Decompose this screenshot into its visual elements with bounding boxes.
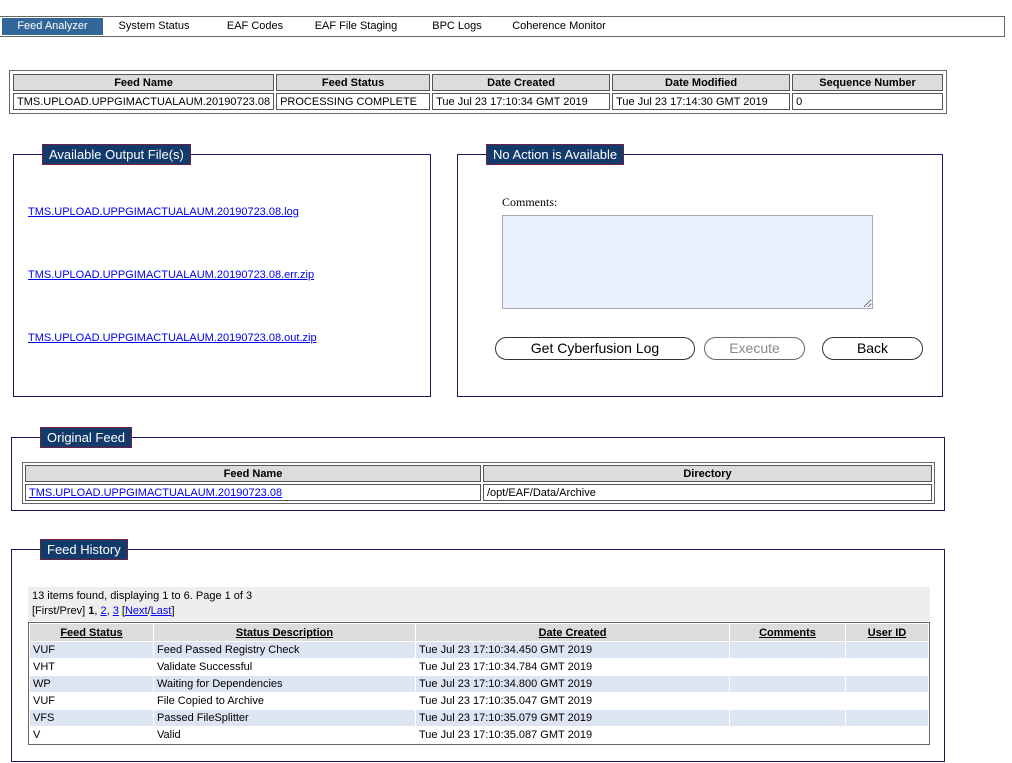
feed-status-cell: VFS [30, 710, 153, 726]
tab-feed-analyzer[interactable]: Feed Analyzer [2, 18, 103, 35]
feed-status-value: PROCESSING COMPLETE [276, 93, 431, 110]
header-directory: Directory [483, 465, 932, 482]
tab-system-status[interactable]: System Status [103, 18, 205, 35]
date-created-cell: Tue Jul 23 17:10:34.784 GMT 2019 [416, 659, 729, 675]
page-2-link[interactable]: 2 [100, 605, 106, 617]
date-created-value: Tue Jul 23 17:10:34 GMT 2019 [432, 93, 611, 110]
next-link[interactable]: Next [125, 605, 148, 617]
feed-history-title: Feed History [40, 539, 128, 560]
actions-title: No Action is Available [486, 144, 625, 165]
original-feed-table-wrap: Feed Name Directory TMS.UPLOAD.UPPGIMACT… [22, 462, 935, 504]
status-description-cell: Passed FileSplitter [154, 710, 415, 726]
status-description-cell: File Copied to Archive [154, 693, 415, 709]
history-row: VFS Passed FileSplitter Tue Jul 23 17:10:3… [30, 710, 928, 726]
feed-summary: Feed Name Feed Status Date Created Date … [9, 70, 947, 114]
status-description-cell: Valid [154, 727, 415, 743]
execute-button: Execute [704, 337, 805, 360]
feed-status-cell: VHT [30, 659, 153, 675]
top-nav: Feed Analyzer System Status EAF Codes EA… [0, 16, 1005, 37]
user-id-cell [846, 693, 928, 709]
date-created-cell: Tue Jul 23 17:10:34.450 GMT 2019 [416, 642, 729, 658]
original-feed-name-cell: TMS.UPLOAD.UPPGIMACTUALAUM.20190723.08 [25, 484, 481, 501]
original-feed-link[interactable]: TMS.UPLOAD.UPPGIMACTUALAUM.20190723.08 [29, 487, 282, 499]
items-found-text: 13 items found, displaying 1 to 6. Page … [32, 590, 253, 602]
history-table: Feed Status Status Description Date Crea… [29, 623, 929, 744]
comments-cell [730, 710, 845, 726]
history-row: V Valid Tue Jul 23 17:10:35.087 GMT 2019 [30, 727, 928, 743]
user-id-cell [846, 710, 928, 726]
comments-label: Comments: [502, 195, 558, 209]
header-date-modified: Date Modified [612, 74, 791, 91]
history-row: VHT Validate Successful Tue Jul 23 17:10:3… [30, 659, 928, 675]
history-table-wrap: Feed Status Status Description Date Crea… [28, 622, 930, 745]
actions-panel: No Action is Available Comments: Get Cyb… [457, 144, 943, 397]
date-created-cell: Tue Jul 23 17:10:35.087 GMT 2019 [416, 727, 729, 743]
comments-cell [730, 659, 845, 675]
user-id-cell [846, 659, 928, 675]
sort-user-id[interactable]: User ID [846, 624, 928, 641]
feed-summary-table: Feed Name Feed Status Date Created Date … [11, 72, 945, 112]
directory-value: /opt/EAF/Data/Archive [483, 484, 932, 501]
sequence-number-value: 0 [792, 93, 943, 110]
sort-status-description[interactable]: Status Description [154, 624, 415, 641]
tab-eaf-codes[interactable]: EAF Codes [205, 18, 305, 35]
current-page: 1 [88, 605, 95, 617]
user-id-cell [846, 676, 928, 692]
pager-links: [First/Prev] 1, 2, 3 [Next/Last] [32, 605, 175, 617]
user-id-cell [846, 727, 928, 743]
tab-bpc-logs[interactable]: BPC Logs [407, 18, 507, 35]
header-sequence-number: Sequence Number [792, 74, 943, 91]
output-files-panel: Available Output File(s) TMS.UPLOAD.UPPG… [13, 144, 431, 397]
output-file-link-err[interactable]: TMS.UPLOAD.UPPGIMACTUALAUM.20190723.08.e… [28, 269, 314, 281]
get-cyberfusion-log-button[interactable]: Get Cyberfusion Log [495, 337, 695, 360]
feed-status-cell: VUF [30, 642, 153, 658]
history-row: VUF File Copied to Archive Tue Jul 23 17:1… [30, 693, 928, 709]
history-body: VUF Feed Passed Registry Check Tue Jul 23 … [30, 642, 928, 743]
tab-coherence-monitor[interactable]: Coherence Monitor [507, 18, 611, 35]
tab-eaf-file-staging[interactable]: EAF File Staging [305, 18, 407, 35]
feed-history-panel: Feed History 13 items found, displaying … [11, 539, 945, 762]
original-feed-title: Original Feed [40, 427, 133, 448]
date-modified-value: Tue Jul 23 17:14:30 GMT 2019 [612, 93, 791, 110]
feed-status-cell: WP [30, 676, 153, 692]
output-files-title: Available Output File(s) [42, 144, 191, 165]
date-created-cell: Tue Jul 23 17:10:35.079 GMT 2019 [416, 710, 729, 726]
header-original-feed-name: Feed Name [25, 465, 481, 482]
original-feed-panel: Original Feed Feed Name Directory TMS.UP… [11, 427, 945, 511]
date-created-cell: Tue Jul 23 17:10:35.047 GMT 2019 [416, 693, 729, 709]
last-link[interactable]: Last [151, 605, 172, 617]
header-feed-name: Feed Name [13, 74, 275, 91]
sort-date-created[interactable]: Date Created [416, 624, 729, 641]
comments-cell [730, 727, 845, 743]
sort-comments[interactable]: Comments [730, 624, 845, 641]
status-description-cell: Waiting for Dependencies [154, 676, 415, 692]
sort-feed-status[interactable]: Feed Status [30, 624, 153, 641]
feed-status-cell: VUF [30, 693, 153, 709]
back-button[interactable]: Back [822, 337, 923, 360]
comments-cell [730, 642, 845, 658]
header-date-created: Date Created [432, 74, 611, 91]
output-file-link-out[interactable]: TMS.UPLOAD.UPPGIMACTUALAUM.20190723.08.o… [28, 332, 317, 344]
history-row: WP Waiting for Dependencies Tue Jul 23 17:… [30, 676, 928, 692]
user-id-cell [846, 642, 928, 658]
original-feed-table: Feed Name Directory TMS.UPLOAD.UPPGIMACT… [23, 463, 934, 503]
history-row: VUF Feed Passed Registry Check Tue Jul 23 … [30, 642, 928, 658]
comments-cell [730, 676, 845, 692]
original-feed-row: TMS.UPLOAD.UPPGIMACTUALAUM.20190723.08 /… [25, 484, 932, 501]
status-description-cell: Validate Successful [154, 659, 415, 675]
first-prev-label: [First/Prev] [32, 605, 86, 617]
comments-cell [730, 693, 845, 709]
pagination: 13 items found, displaying 1 to 6. Page … [28, 587, 930, 621]
page-3-link[interactable]: 3 [113, 605, 119, 617]
date-created-cell: Tue Jul 23 17:10:34.800 GMT 2019 [416, 676, 729, 692]
comments-textarea[interactable] [502, 215, 873, 309]
header-feed-status: Feed Status [276, 74, 431, 91]
summary-row: TMS.UPLOAD.UPPGIMACTUALAUM.20190723.08 P… [13, 93, 943, 110]
feed-name-value: TMS.UPLOAD.UPPGIMACTUALAUM.20190723.08 [13, 93, 275, 110]
feed-status-cell: V [30, 727, 153, 743]
output-file-link-log[interactable]: TMS.UPLOAD.UPPGIMACTUALAUM.20190723.08.l… [28, 206, 299, 218]
status-description-cell: Feed Passed Registry Check [154, 642, 415, 658]
